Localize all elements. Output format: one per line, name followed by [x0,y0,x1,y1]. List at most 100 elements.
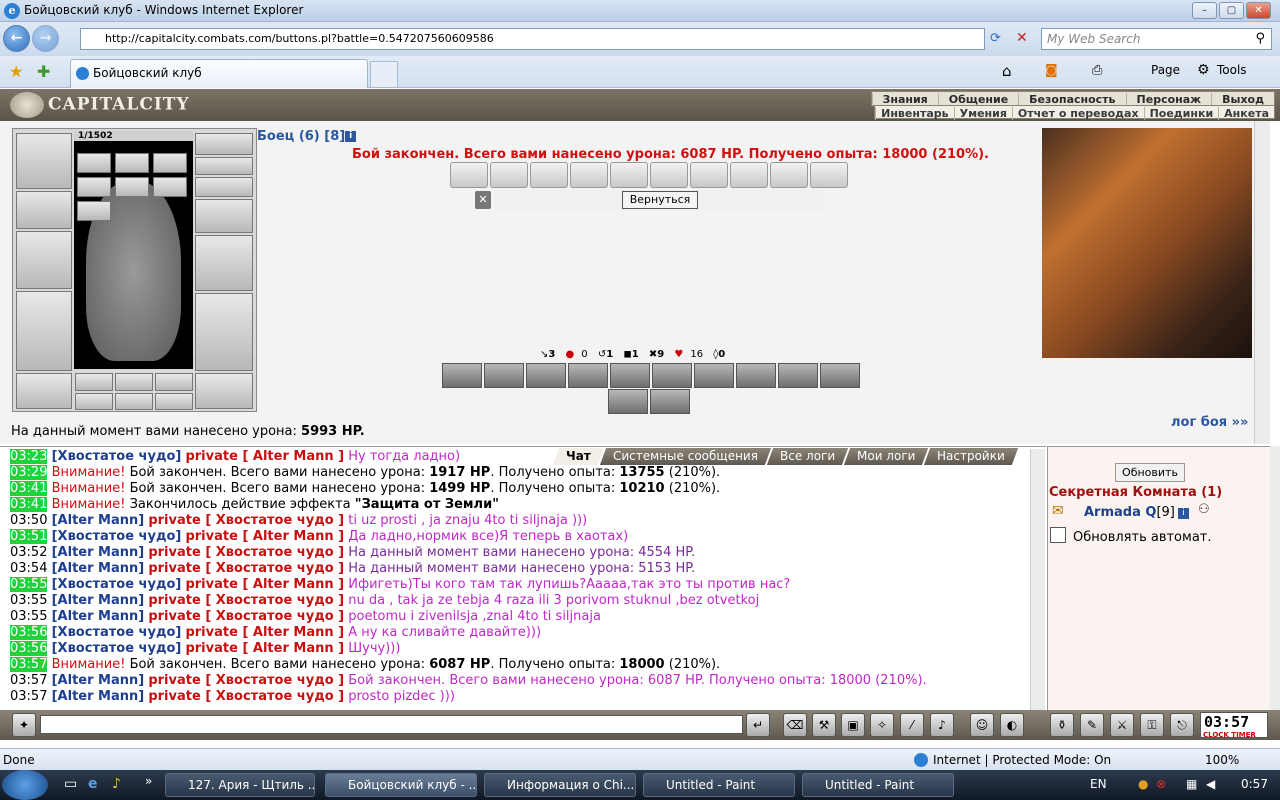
clock[interactable]: 0:57 [1241,777,1268,791]
chat-sender[interactable]: [Хвостатое чудо] [52,449,182,464]
close-button[interactable]: ✕ [1246,2,1271,19]
refresh-icon[interactable]: ⟳ [990,31,1001,46]
gloves-slot[interactable] [195,199,253,233]
bag-icon[interactable]: ⚱ [1050,713,1074,737]
back-button[interactable]: ← [3,25,30,52]
chat-private-target[interactable]: private [ Alter Mann ] [185,625,344,640]
amulet-slot[interactable] [195,157,253,175]
chat-private-target[interactable]: private [ Хвостатое чудо ] [148,545,344,560]
menu-skills[interactable]: Умения [953,107,1012,120]
room-user[interactable]: Armada Q[9] [1084,505,1175,520]
skill-11-icon[interactable] [608,389,648,414]
chat-sender[interactable]: [Alter Mann] [52,689,145,704]
rune-slot-3[interactable] [155,373,193,391]
chat-mode-icon[interactable]: ✦ [12,713,36,737]
task-paint-1[interactable]: Untitled - Paint [643,773,795,797]
save-icon[interactable]: ▣ [841,713,865,737]
chat-sender[interactable]: [Alter Mann] [52,561,145,576]
skill-12-icon[interactable] [650,389,690,414]
opponent-name[interactable]: Боец (6) [8] i [257,129,357,144]
task-paint-2[interactable]: Untitled - Paint [802,773,954,797]
chat-private-target[interactable]: private [ Alter Mann ] [185,449,344,464]
effect-heart-icon[interactable] [490,162,528,188]
address-bar[interactable]: http://capitalcity.combats.com/buttons.p… [80,28,985,50]
add-friend-icon[interactable]: ⚇ [1198,502,1210,517]
tray-chat-icon[interactable]: ● [1138,777,1148,791]
helmet-icon[interactable]: ◐ [1000,713,1024,737]
smiley-icon[interactable]: ☺ [970,713,994,737]
print-icon[interactable]: ⎙ [1092,63,1102,78]
shield-slot[interactable] [195,235,253,291]
stop-icon[interactable]: ✕ [1016,30,1028,46]
chat-private-target[interactable]: private [ Alter Mann ] [185,641,344,656]
new-tab-button[interactable] [370,61,398,87]
chat-private-target[interactable]: private [ Хвостатое чудо ] [148,561,344,576]
tab-chat[interactable]: Чат [552,448,604,465]
skill-8-icon[interactable] [736,363,776,388]
scroll-slot-6[interactable] [153,177,187,197]
minimize-button[interactable]: – [1192,2,1217,19]
refresh-button[interactable]: Обновить [1115,463,1185,482]
tab-settings[interactable]: Настройки [924,448,1019,465]
search-input[interactable]: My Web Search ⚲ [1041,28,1272,50]
skill-9-icon[interactable] [778,363,818,388]
menu-transfer-report[interactable]: Отчет о переводах [1011,107,1144,120]
battle-log-link[interactable]: лог боя »» [1171,415,1248,430]
chat-scrollbar[interactable] [1030,449,1045,710]
chat-sender[interactable]: [Alter Mann] [52,513,145,528]
chat-sender[interactable]: [Хвостатое чудо] [52,577,182,592]
shield-icon[interactable]: ✕ [475,191,491,209]
chat-private-target[interactable]: private [ Alter Mann ] [185,529,344,544]
rune-slot-4[interactable] [75,393,113,410]
chat-private-target[interactable]: private [ Хвостатое чудо ] [148,689,344,704]
info-icon[interactable]: i [345,131,357,142]
belt-slot[interactable] [16,373,72,409]
zoom-level[interactable]: 100% [1205,753,1239,767]
chat-sender[interactable]: [Alter Mann] [52,673,145,688]
chat-private-target[interactable]: private [ Хвостатое чудо ] [148,673,344,688]
favorites-star-icon[interactable]: ★ [9,62,23,81]
leggings-slot[interactable] [195,293,253,371]
skill-6-icon[interactable] [652,363,692,388]
menu-profile[interactable]: Анкета [1218,107,1274,120]
page-menu[interactable]: Page [1151,63,1180,77]
ie-quicklaunch-icon[interactable]: e [88,776,98,792]
task-music[interactable]: 127. Ария - Щтиль ... [165,773,315,797]
task-ie-game[interactable]: Бойцовский клуб - ... [325,773,477,797]
scroll-slot-3[interactable] [153,153,187,173]
helmet-slot[interactable] [16,133,72,189]
boots-slot[interactable] [195,373,253,409]
task-ie-info[interactable]: Информация о Chi... [484,773,636,797]
show-desktop-icon[interactable]: ▭ [64,776,77,792]
add-favorites-icon[interactable]: ✚ [37,62,50,81]
scroll-icon[interactable]: ✎ [1080,713,1104,737]
chat-private-target[interactable]: private [ Хвостатое чудо ] [148,609,344,624]
feeds-icon[interactable]: ◙ [1045,63,1058,78]
walk-icon[interactable]: ✧ [870,713,894,737]
chat-sender[interactable]: [Alter Mann] [52,545,145,560]
private-message-icon[interactable]: ✉ [1052,503,1064,519]
menu-inventory[interactable]: Инвентарь [875,107,953,120]
game-scrollbar[interactable] [1254,121,1270,444]
skill-2-icon[interactable] [484,363,524,388]
chat-sender[interactable]: [Alter Mann] [52,609,145,624]
quicklaunch-more-icon[interactable]: » [145,774,152,788]
weapons-icon[interactable]: ⚔ [1110,713,1134,737]
home-icon[interactable]: ⌂ [1002,62,1012,80]
tray-volume-icon[interactable]: ◀ [1206,777,1215,791]
rune-slot-6[interactable] [155,393,193,410]
rune-slot-1[interactable] [75,373,113,391]
rune-slot-2[interactable] [115,373,153,391]
scroll-slot-2[interactable] [115,153,149,173]
rune-slot-5[interactable] [115,393,153,410]
scroll-slot-4[interactable] [77,177,111,197]
return-button[interactable]: Вернуться [622,191,698,209]
tools-menu[interactable]: Tools [1217,63,1247,77]
media-icon[interactable]: ♪ [112,776,121,792]
language-indicator[interactable]: EN [1090,777,1107,791]
chat-sender[interactable]: [Хвостатое чудо] [52,529,182,544]
menu-fights[interactable]: Поединки [1143,107,1219,120]
scroll-slot-1[interactable] [77,153,111,173]
start-button[interactable] [2,770,48,800]
auto-refresh-checkbox[interactable] [1050,527,1066,543]
